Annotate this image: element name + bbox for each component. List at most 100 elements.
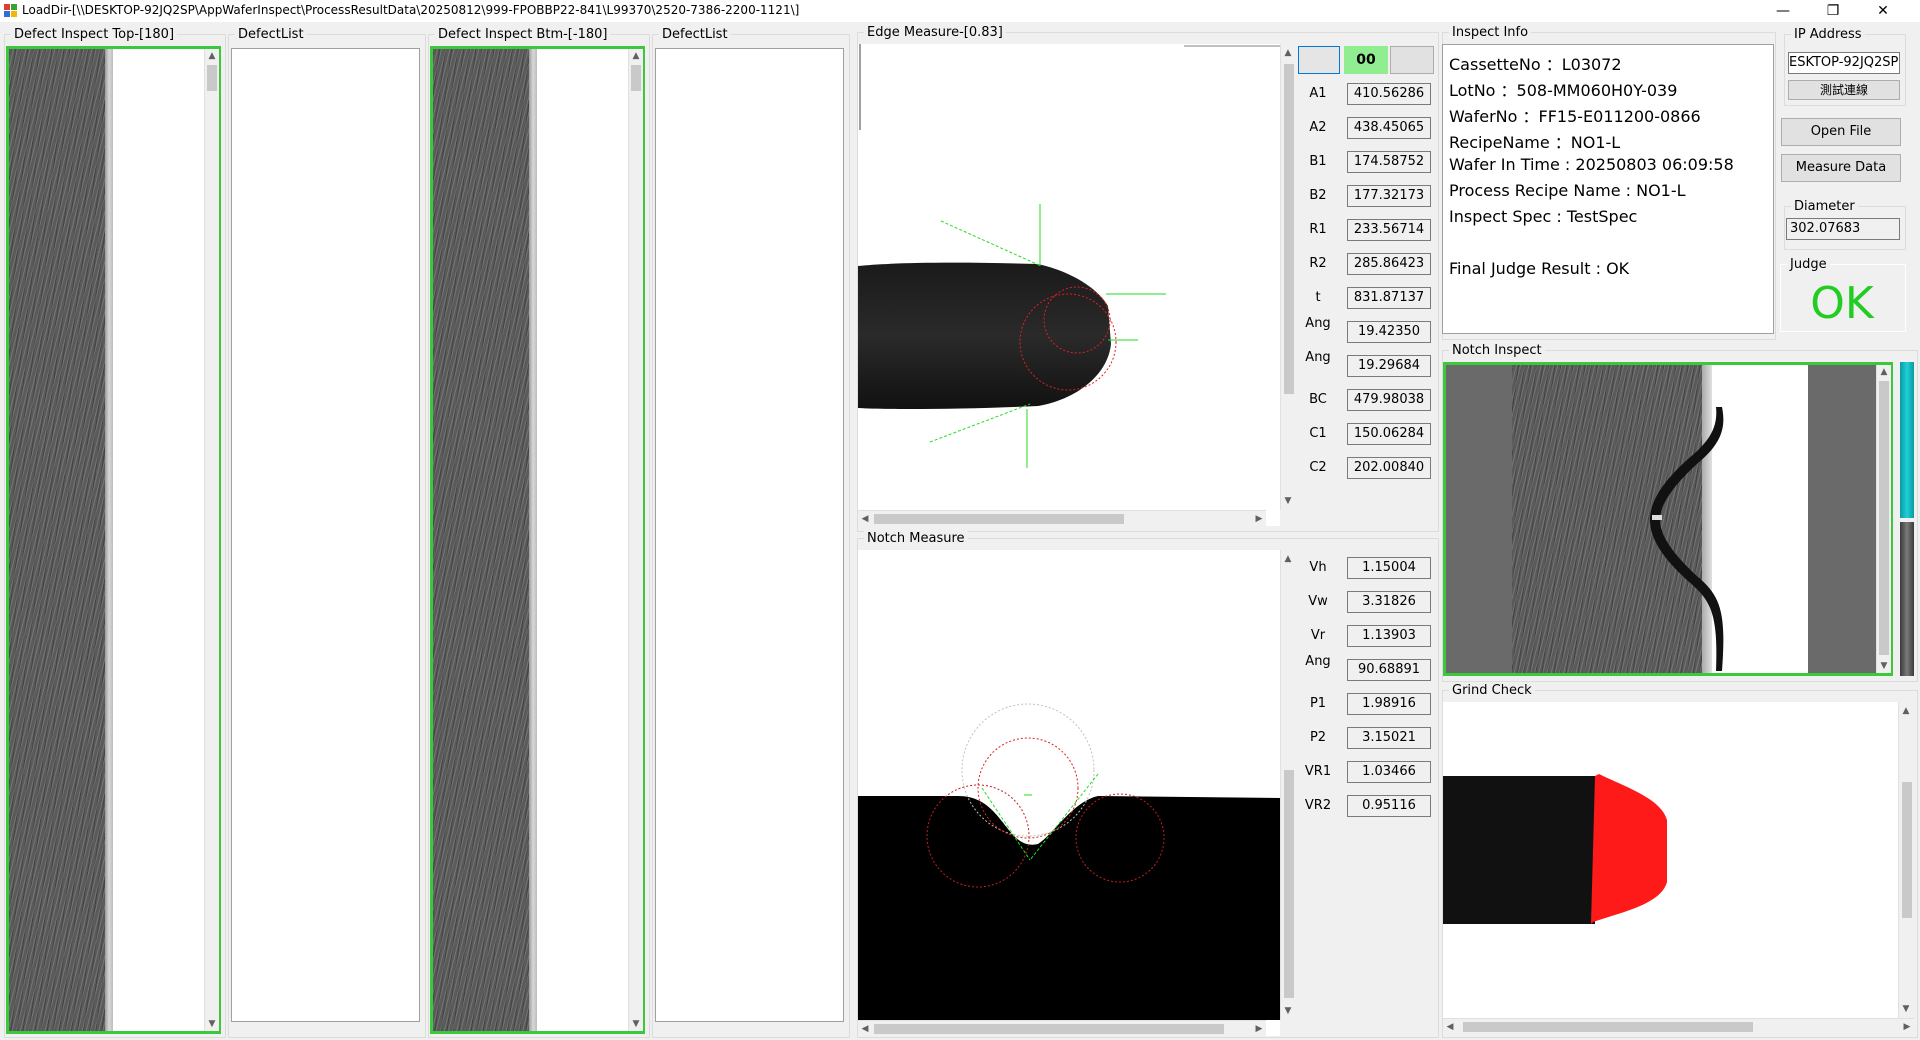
defect-list-1[interactable] xyxy=(231,48,420,1022)
scroll-down-icon[interactable]: ▼ xyxy=(629,1019,643,1029)
scroll-thumb[interactable] xyxy=(1879,381,1889,655)
test-connection-button[interactable]: 測試連線 xyxy=(1788,80,1900,100)
ip-address-input[interactable]: ESKTOP-92JQ2SP xyxy=(1788,52,1900,74)
measure-label: Vh xyxy=(1309,560,1327,575)
scroll-thumb[interactable] xyxy=(1902,782,1912,918)
measure-value-field[interactable]: 410.56286 xyxy=(1347,83,1431,105)
measure-label: VR1 xyxy=(1304,764,1332,779)
notch-measure-view: ◀ ▶ xyxy=(858,550,1280,1037)
measure-value-field[interactable]: 233.56714 xyxy=(1347,219,1431,241)
grind-check-view xyxy=(1443,702,1899,1018)
cassette-no: CassetteNo ：L03072 xyxy=(1449,55,1622,74)
scroll-thumb[interactable] xyxy=(874,1024,1224,1034)
scroll-down-icon[interactable]: ▼ xyxy=(205,1019,219,1029)
scroll-down-icon[interactable]: ▼ xyxy=(1281,496,1295,506)
status-box-left[interactable] xyxy=(1298,46,1340,74)
final-judge-result: Final Judge Result : OK xyxy=(1449,259,1630,278)
scroll-up-icon[interactable]: ▲ xyxy=(205,51,219,61)
measure-value-field[interactable]: 438.45065 xyxy=(1347,117,1431,139)
measure-label: Ang xyxy=(1305,316,1331,331)
measure-value-field[interactable]: 19.29684 xyxy=(1347,355,1431,377)
measure-value-field[interactable]: 19.42350 xyxy=(1347,321,1431,343)
maximize-button[interactable]: ❐ xyxy=(1810,0,1856,22)
diameter-field[interactable]: 302.07683 xyxy=(1786,218,1900,240)
measure-value-field[interactable]: 1.98916 xyxy=(1347,693,1431,715)
defect-list-2[interactable] xyxy=(655,48,844,1022)
measure-label: P2 xyxy=(1309,730,1327,745)
defect-top-label: Defect Inspect Top-[180] xyxy=(11,27,178,42)
notch-inspect-scrollbar[interactable]: ▲ ▼ xyxy=(1876,365,1891,673)
measure-value-field[interactable]: 285.86423 xyxy=(1347,253,1431,275)
notch-v-scrollbar[interactable]: ▲ ▼ xyxy=(1280,550,1297,1020)
scroll-left-icon[interactable]: ◀ xyxy=(1443,1022,1457,1032)
minimize-button[interactable]: — xyxy=(1760,0,1806,22)
scroll-right-icon[interactable]: ▶ xyxy=(1252,514,1266,524)
scroll-down-icon[interactable]: ▼ xyxy=(1899,1004,1913,1014)
scroll-down-icon[interactable]: ▼ xyxy=(1281,1006,1295,1016)
scroll-thumb[interactable] xyxy=(1284,770,1294,998)
measure-value-field[interactable]: 202.00840 xyxy=(1347,457,1431,479)
wafer-edge-image-btm xyxy=(433,49,529,1031)
defect-btm-scrollbar[interactable]: ▲ ▼ xyxy=(628,49,643,1031)
edge-measure-view: ◀ ▶ xyxy=(858,44,1280,527)
status-box-right[interactable] xyxy=(1390,46,1434,74)
measure-label: R1 xyxy=(1309,222,1327,237)
measure-value-field[interactable]: 90.68891 xyxy=(1347,659,1431,681)
scroll-left-icon[interactable]: ◀ xyxy=(858,1024,872,1034)
teal-progress-bar xyxy=(1900,362,1914,518)
measure-value-field[interactable]: 174.58752 xyxy=(1347,151,1431,173)
measure-label: VR2 xyxy=(1304,798,1332,813)
inspect-info-box: CassetteNo ：L03072 LotNo ：508-MM060H0Y-0… xyxy=(1442,44,1774,334)
wafer-bevel-btm xyxy=(529,49,537,1031)
scroll-thumb[interactable] xyxy=(874,514,1124,524)
scroll-thumb[interactable] xyxy=(207,65,217,91)
measure-value-field[interactable]: 0.95116 xyxy=(1347,795,1431,817)
measure-value-field[interactable]: 3.31826 xyxy=(1347,591,1431,613)
measure-value-field[interactable]: 479.98038 xyxy=(1347,389,1431,411)
scroll-up-icon[interactable]: ▲ xyxy=(1899,706,1913,716)
measure-value-field[interactable]: 177.32173 xyxy=(1347,185,1431,207)
scroll-left-icon[interactable]: ◀ xyxy=(858,514,872,524)
measure-value-field[interactable]: 1.13903 xyxy=(1347,625,1431,647)
defect-list-2-label: DefectList xyxy=(659,27,731,42)
scroll-up-icon[interactable]: ▲ xyxy=(629,51,643,61)
measure-label: A1 xyxy=(1309,86,1327,101)
measure-value-field[interactable]: 150.06284 xyxy=(1347,423,1431,445)
grind-h-scrollbar[interactable]: ◀ ▶ xyxy=(1443,1018,1914,1035)
lot-no: LotNo ：508-MM060H0Y-039 xyxy=(1449,81,1678,100)
measure-label: R2 xyxy=(1309,256,1327,271)
wafer-in-time: Wafer In Time : 20250803 06:09:58 xyxy=(1449,155,1734,174)
close-button[interactable]: ✕ xyxy=(1860,0,1906,22)
measure-label: C1 xyxy=(1309,426,1327,441)
measure-data-button[interactable]: Measure Data xyxy=(1781,154,1901,182)
notch-h-scrollbar[interactable]: ◀ ▶ xyxy=(858,1020,1266,1037)
process-recipe-name: Process Recipe Name : NO1-L xyxy=(1449,181,1686,200)
grind-check-image xyxy=(1443,774,1667,924)
inspect-info-label: Inspect Info xyxy=(1449,25,1532,40)
scroll-right-icon[interactable]: ▶ xyxy=(1900,1022,1914,1032)
scroll-thumb[interactable] xyxy=(1463,1022,1753,1032)
defect-top-scrollbar[interactable]: ▲ ▼ xyxy=(204,49,219,1031)
edge-h-scrollbar[interactable]: ◀ ▶ xyxy=(858,510,1266,527)
wafer-edge-image-top xyxy=(9,49,105,1031)
edge-profile-image xyxy=(858,44,1280,468)
scroll-thumb[interactable] xyxy=(1284,64,1294,394)
measure-value-field[interactable]: 1.15004 xyxy=(1347,557,1431,579)
open-file-button[interactable]: Open File xyxy=(1781,118,1901,146)
ip-address-label: IP Address xyxy=(1791,27,1865,42)
measure-value-field[interactable]: 3.15021 xyxy=(1347,727,1431,749)
grind-v-scrollbar[interactable]: ▲ ▼ xyxy=(1898,702,1915,1018)
scroll-right-icon[interactable]: ▶ xyxy=(1252,1024,1266,1034)
measure-value-field[interactable]: 1.03466 xyxy=(1347,761,1431,783)
edge-v-scrollbar[interactable]: ▲ ▼ xyxy=(1280,44,1297,510)
scroll-up-icon[interactable]: ▲ xyxy=(1877,367,1891,377)
scroll-up-icon[interactable]: ▲ xyxy=(1281,554,1295,564)
scroll-thumb[interactable] xyxy=(631,65,641,91)
scroll-down-icon[interactable]: ▼ xyxy=(1877,661,1891,671)
scroll-up-icon[interactable]: ▲ xyxy=(1281,48,1295,58)
measure-label: Vr xyxy=(1310,628,1326,643)
notch-profile-image xyxy=(858,703,1280,1020)
gray-level-bar xyxy=(1900,522,1914,676)
measure-value-field[interactable]: 831.87137 xyxy=(1347,287,1431,309)
grind-check-label: Grind Check xyxy=(1449,683,1535,698)
